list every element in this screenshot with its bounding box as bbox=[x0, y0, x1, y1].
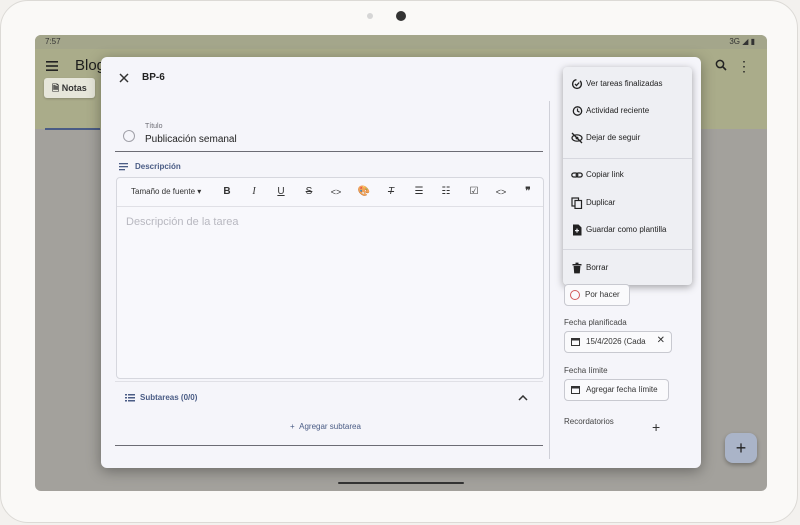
font-size-label: Tamaño de fuente bbox=[131, 187, 196, 196]
add-due-date-button[interactable]: Agregar fecha límite bbox=[564, 379, 669, 401]
clear-format-icon[interactable]: T bbox=[384, 185, 398, 199]
underline-icon[interactable]: U bbox=[274, 185, 288, 199]
menu-item-label: Duplicar bbox=[586, 198, 616, 207]
clear-date-icon[interactable]: ✕ bbox=[657, 335, 665, 346]
numbered-list-icon[interactable]: ☰ bbox=[412, 185, 426, 199]
check-loop-icon bbox=[571, 78, 583, 90]
history-icon bbox=[572, 106, 583, 116]
status-network: 3G ◢ ▮ bbox=[729, 37, 755, 46]
menu-item-label: Borrar bbox=[586, 263, 609, 272]
trash-icon bbox=[572, 262, 582, 274]
list-icon bbox=[125, 394, 135, 402]
subtasks-underline bbox=[115, 445, 543, 446]
template-icon bbox=[573, 224, 582, 236]
status-time: 7:57 bbox=[45, 37, 61, 46]
menu-item-unfollow[interactable]: Dejar de seguir bbox=[563, 125, 692, 151]
calendar-icon bbox=[571, 386, 580, 394]
editor-toolbar: Tamaño de fuente ▾ B I U S <> 🎨 T ☰ ☷ ☑ … bbox=[117, 178, 543, 207]
notes-chip[interactable]: 🗎 Notas bbox=[44, 78, 95, 98]
palette-icon[interactable]: 🎨 bbox=[357, 185, 371, 199]
notes-list-icon bbox=[119, 163, 128, 171]
title-label: Título bbox=[145, 123, 163, 130]
fab-add-button[interactable]: + bbox=[725, 433, 757, 463]
column-divider bbox=[549, 101, 550, 459]
bold-icon[interactable]: B bbox=[220, 185, 234, 199]
status-label: Por hacer bbox=[585, 290, 620, 299]
status-bar: 7:57 3G ◢ ▮ bbox=[35, 35, 767, 49]
close-icon[interactable] bbox=[117, 71, 131, 85]
subtasks-label: Subtareas (0/0) bbox=[140, 393, 198, 402]
planned-date-label: Fecha planificada bbox=[564, 318, 627, 327]
status-chip[interactable]: Por hacer bbox=[564, 284, 630, 306]
task-id: BP-6 bbox=[142, 72, 165, 83]
menu-divider bbox=[563, 249, 692, 250]
quote-icon[interactable]: ❞ bbox=[521, 185, 535, 199]
complete-radio[interactable] bbox=[123, 130, 135, 142]
menu-item-label: Copiar link bbox=[586, 170, 624, 179]
add-due-date-label: Agregar fecha límite bbox=[586, 385, 658, 394]
menu-item-recent-activity[interactable]: Actividad reciente bbox=[563, 98, 692, 124]
menu-divider bbox=[563, 158, 692, 159]
gesture-nav-bar bbox=[338, 482, 464, 484]
menu-icon[interactable] bbox=[45, 59, 59, 73]
title-input[interactable]: Publicación semanal bbox=[145, 134, 237, 145]
search-icon[interactable] bbox=[715, 59, 727, 71]
checklist-icon[interactable]: ☑ bbox=[467, 185, 481, 199]
planned-date-value: 15/4/2026 (Cada bbox=[586, 337, 646, 346]
reminders-label: Recordatorios bbox=[564, 417, 614, 426]
tab-indicator bbox=[45, 128, 100, 130]
code-icon[interactable]: <> bbox=[329, 185, 343, 199]
due-date-label: Fecha límite bbox=[564, 366, 608, 375]
sensor-dot bbox=[367, 13, 373, 19]
description-label: Descripción bbox=[135, 162, 181, 171]
menu-item-label: Actividad reciente bbox=[586, 106, 650, 115]
context-menu: Ver tareas finalizadas Actividad recient… bbox=[563, 67, 692, 285]
task-dialog: BP-6 Título Publicación semanal Descripc… bbox=[101, 57, 701, 468]
description-editor[interactable]: Tamaño de fuente ▾ B I U S <> 🎨 T ☰ ☷ ☑ … bbox=[116, 177, 544, 379]
tablet-frame: 7:57 3G ◢ ▮ Blog 🗎 Notas ⋮ + BP-6 Título… bbox=[0, 0, 798, 523]
description-placeholder: Descripción de la tarea bbox=[126, 216, 239, 228]
menu-item-label: Ver tareas finalizadas bbox=[586, 79, 663, 88]
more-vert-icon[interactable]: ⋮ bbox=[737, 58, 751, 75]
menu-item-copy-link[interactable]: Copiar link bbox=[563, 162, 692, 188]
menu-item-label: Dejar de seguir bbox=[586, 133, 641, 142]
menu-item-duplicate[interactable]: Duplicar bbox=[563, 190, 692, 216]
code-block-icon[interactable]: <> bbox=[494, 185, 508, 199]
strikethrough-icon[interactable]: S bbox=[302, 185, 316, 199]
add-reminder-icon[interactable]: + bbox=[652, 419, 660, 435]
menu-item-label: Guardar como plantilla bbox=[586, 225, 667, 234]
title-field[interactable]: Título Publicación semanal bbox=[115, 117, 543, 152]
italic-icon[interactable]: I bbox=[247, 185, 261, 199]
network-type: 3G bbox=[729, 37, 740, 46]
chevron-up-icon[interactable] bbox=[518, 395, 528, 401]
subtasks-header[interactable]: Subtareas (0/0) bbox=[115, 381, 543, 410]
calendar-icon bbox=[571, 338, 580, 346]
link-icon bbox=[571, 172, 583, 178]
copy-icon bbox=[571, 197, 583, 209]
add-subtask-button[interactable]: + Agregar subtarea bbox=[290, 422, 361, 431]
menu-item-view-completed[interactable]: Ver tareas finalizadas bbox=[563, 71, 692, 97]
bullet-list-icon[interactable]: ☷ bbox=[439, 185, 453, 199]
status-todo-icon bbox=[570, 290, 580, 300]
eye-off-icon bbox=[571, 132, 583, 144]
notes-chip-label: Notas bbox=[61, 83, 87, 93]
menu-item-save-template[interactable]: Guardar como plantilla bbox=[563, 217, 692, 243]
planned-date-chip[interactable]: 15/4/2026 (Cada ✕ bbox=[564, 331, 672, 353]
menu-item-delete[interactable]: Borrar bbox=[563, 255, 692, 281]
font-size-dropdown[interactable]: Tamaño de fuente ▾ bbox=[131, 187, 201, 196]
camera bbox=[396, 11, 406, 21]
add-subtask-label: Agregar subtarea bbox=[299, 422, 361, 431]
